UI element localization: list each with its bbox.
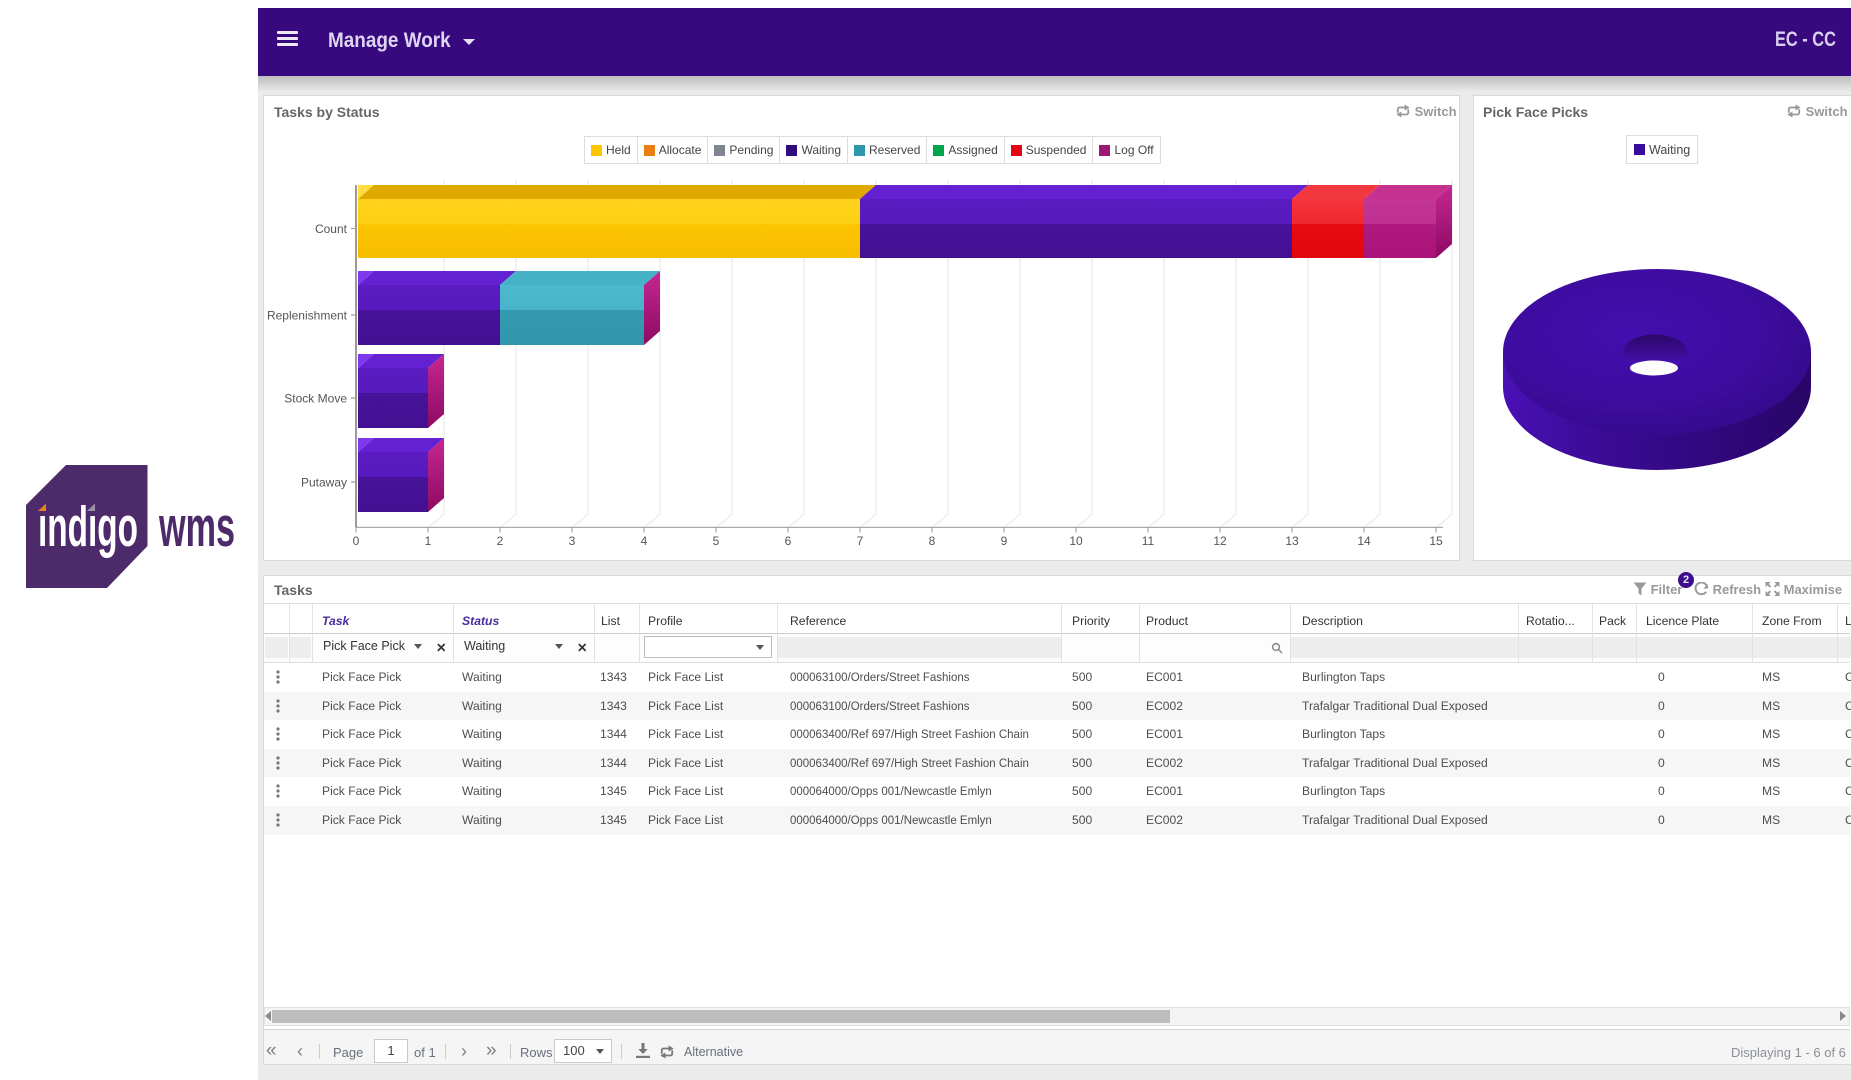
- svg-text:2: 2: [497, 534, 504, 548]
- svg-text:Stock Move: Stock Move: [284, 392, 347, 406]
- svg-text:15: 15: [1429, 534, 1443, 548]
- svg-text:Count: Count: [315, 222, 348, 236]
- svg-text:Replenishment: Replenishment: [267, 309, 348, 323]
- svg-text:ındıgo: ındıgo: [38, 495, 138, 558]
- svg-text:11: 11: [1142, 534, 1155, 548]
- svg-text:13: 13: [1285, 534, 1299, 548]
- svg-text:9: 9: [1001, 534, 1008, 548]
- svg-text:8: 8: [929, 534, 936, 548]
- svg-text:Putaway: Putaway: [301, 476, 347, 490]
- svg-text:10: 10: [1069, 534, 1083, 548]
- svg-text:4: 4: [641, 534, 648, 548]
- svg-text:0: 0: [353, 534, 360, 548]
- svg-text:14: 14: [1357, 534, 1371, 548]
- svg-text:1: 1: [425, 534, 432, 548]
- svg-text:5: 5: [713, 534, 720, 548]
- svg-text:7: 7: [857, 534, 864, 548]
- svg-text:3: 3: [569, 534, 576, 548]
- svg-text:12: 12: [1213, 534, 1227, 548]
- svg-text:6: 6: [785, 534, 792, 548]
- svg-text:wms: wms: [158, 494, 235, 558]
